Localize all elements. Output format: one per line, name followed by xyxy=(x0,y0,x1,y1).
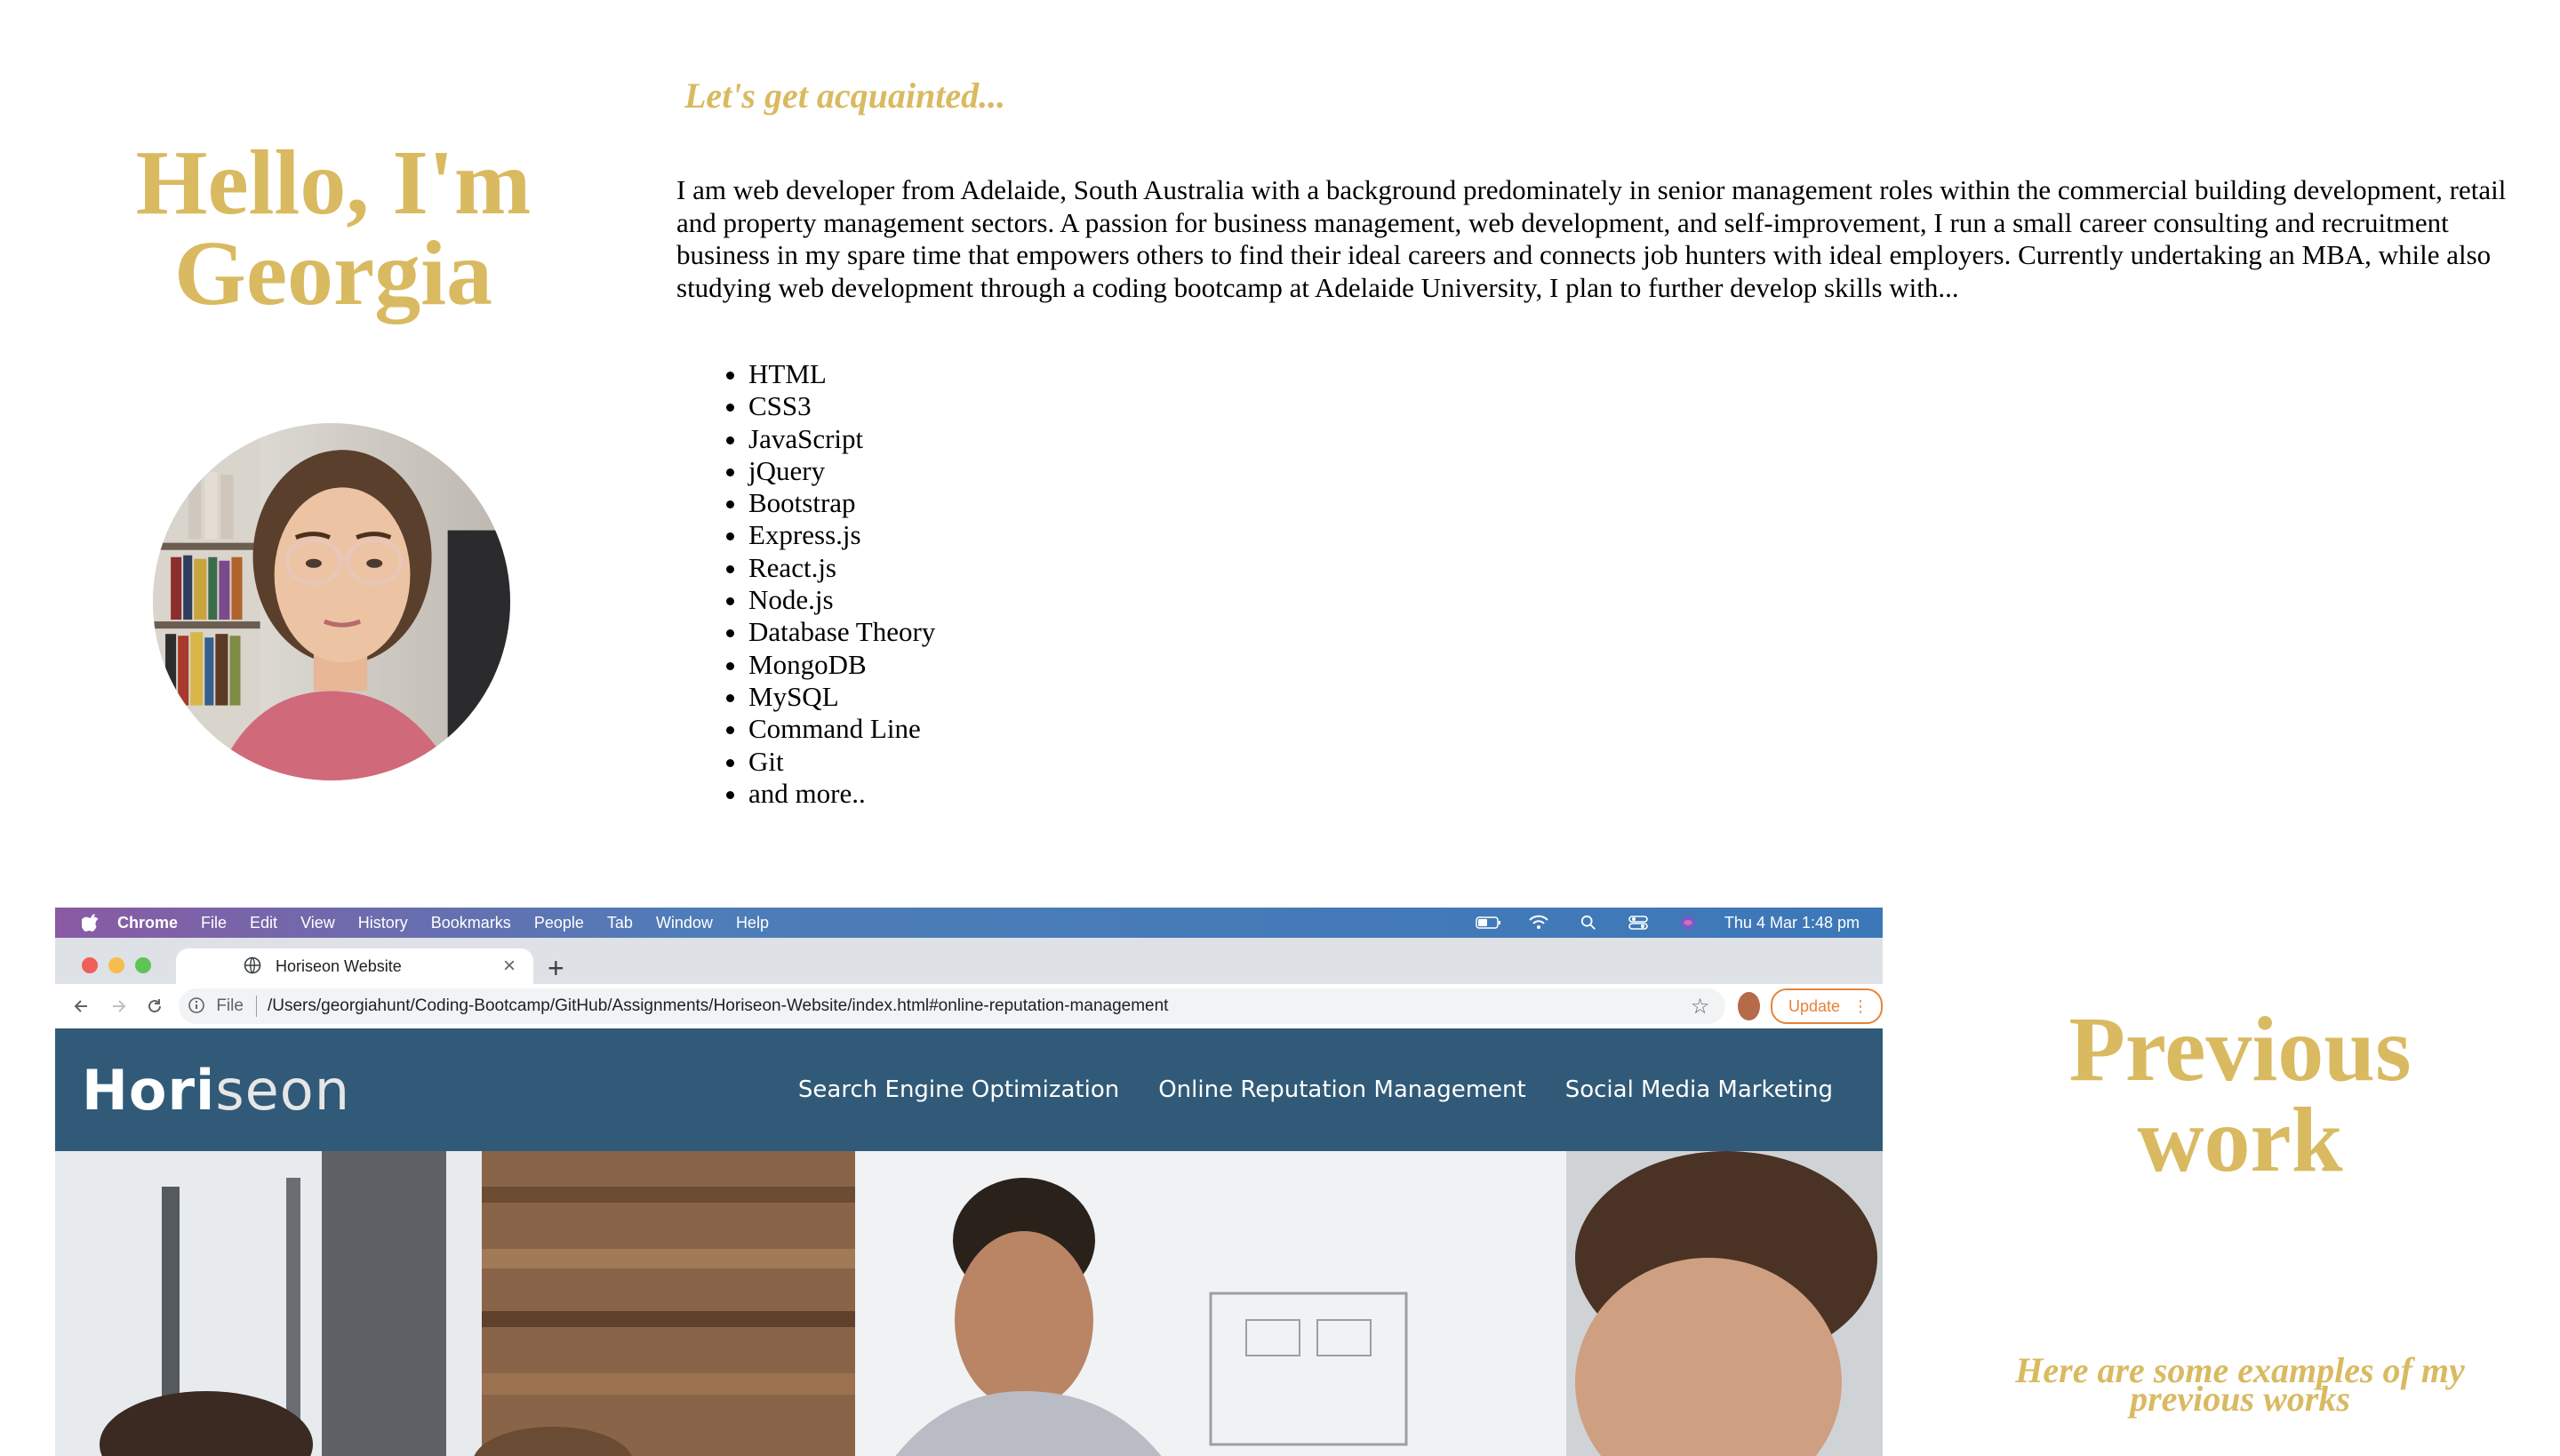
skill-item: Bootstrap xyxy=(748,487,935,519)
previous-work-heading: Previous work xyxy=(2009,1004,2471,1187)
mac-menubar: Chrome File Edit View History Bookmarks … xyxy=(55,908,1883,938)
skill-item: Database Theory xyxy=(748,616,935,648)
intro-paragraph: I am web developer from Adelaide, South … xyxy=(676,174,2507,303)
menu-people: People xyxy=(533,913,584,932)
new-tab-icon[interactable]: + xyxy=(548,952,564,985)
skill-item: jQuery xyxy=(748,455,935,487)
menubar-status-area: Thu 4 Mar 1:48 pm xyxy=(1476,914,1883,932)
address-bar[interactable]: File /Users/georgiahunt/Coding-Bootcamp/… xyxy=(179,988,1726,1024)
browser-tab[interactable]: Horiseon Website × xyxy=(176,948,533,984)
window-controls xyxy=(82,957,151,973)
logo-part-light: seon xyxy=(215,1057,350,1123)
menu-tab: Tab xyxy=(606,913,633,932)
horiseon-logo[interactable]: Horiseon xyxy=(82,1058,350,1123)
menu-window: Window xyxy=(655,913,713,932)
minimize-window-button[interactable] xyxy=(108,957,124,973)
menu-app-chrome: Chrome xyxy=(117,913,179,932)
spotlight-search-icon xyxy=(1575,914,1602,932)
menubar-clock: Thu 4 Mar 1:48 pm xyxy=(1724,913,1860,932)
browser-toolbar: File /Users/georgiahunt/Coding-Bootcamp/… xyxy=(55,984,1883,1028)
nav-link-social-media[interactable]: Social Media Marketing xyxy=(1565,1076,1833,1103)
previous-work-line-1: Previous xyxy=(2068,998,2412,1100)
horiseon-header: Horiseon Search Engine Optimization Onli… xyxy=(55,1028,1883,1151)
update-button[interactable]: Update ⋮ xyxy=(1770,988,1883,1024)
skill-item: CSS3 xyxy=(748,390,935,422)
wifi-icon xyxy=(1525,914,1552,932)
menu-bookmarks: Bookmarks xyxy=(430,913,511,932)
skill-item: MySQL xyxy=(748,681,935,713)
info-icon[interactable] xyxy=(188,996,207,1016)
maximize-window-button[interactable] xyxy=(135,957,151,973)
tab-title: Horiseon Website xyxy=(276,956,402,975)
skill-item: JavaScript xyxy=(748,423,935,455)
bookmark-star-icon[interactable]: ☆ xyxy=(1691,994,1710,1020)
browser-tabstrip: Horiseon Website × + xyxy=(55,938,1883,984)
menu-file: File xyxy=(201,913,228,932)
greeting-line-1: Hello, I'm xyxy=(135,132,532,234)
siri-icon xyxy=(1675,914,1701,932)
menu-edit: Edit xyxy=(250,913,278,932)
back-arrow-icon[interactable] xyxy=(71,997,92,1015)
skill-item: HTML xyxy=(748,358,935,390)
previous-work-subtitle-line-2: previous works xyxy=(2130,1379,2350,1419)
reload-icon[interactable] xyxy=(144,997,164,1015)
menu-history: History xyxy=(357,913,408,932)
close-tab-icon[interactable]: × xyxy=(503,954,516,979)
more-vertical-icon: ⋮ xyxy=(1852,996,1869,1015)
skill-item: Node.js xyxy=(748,584,935,616)
menu-view: View xyxy=(300,913,335,932)
close-window-button[interactable] xyxy=(82,957,98,973)
logo-part-bold: Hori xyxy=(82,1057,216,1123)
portfolio-page: Hello, I'm Georgia Let's get acquainted.… xyxy=(0,0,2560,1456)
horiseon-nav: Search Engine Optimization Online Reputa… xyxy=(798,1076,1833,1103)
skill-item: React.js xyxy=(748,552,935,584)
skill-item: Express.js xyxy=(748,519,935,551)
forward-arrow-icon[interactable] xyxy=(108,997,128,1015)
skill-item: MongoDB xyxy=(748,649,935,681)
update-label: Update xyxy=(1788,996,1841,1015)
project-screenshot[interactable]: Chrome File Edit View History Bookmarks … xyxy=(55,908,1883,1456)
skills-list: HTML CSS3 JavaScript jQuery Bootstrap Ex… xyxy=(676,358,935,810)
greeting-heading: Hello, I'm Georgia xyxy=(89,137,578,320)
url-scheme-label: File xyxy=(216,996,244,1015)
nav-link-reputation[interactable]: Online Reputation Management xyxy=(1158,1076,1525,1103)
battery-icon xyxy=(1476,914,1502,932)
menu-help: Help xyxy=(735,913,769,932)
profile-avatar[interactable] xyxy=(1738,992,1760,1020)
url-separator xyxy=(255,996,257,1017)
nav-link-seo[interactable]: Search Engine Optimization xyxy=(798,1076,1119,1103)
previous-work-line-2: work xyxy=(2137,1089,2343,1191)
skill-item: Git xyxy=(748,746,935,778)
url-text: /Users/georgiahunt/Coding-Bootcamp/GitHu… xyxy=(267,996,1169,1015)
profile-photo xyxy=(153,423,510,780)
greeting-line-2: Georgia xyxy=(173,222,493,324)
previous-work-subtitle: Here are some examples of my previous wo… xyxy=(1982,1353,2498,1417)
control-center-icon xyxy=(1625,914,1652,932)
acquainted-heading: Let's get acquainted... xyxy=(684,76,1006,116)
skill-item: and more.. xyxy=(748,778,935,810)
skill-item: Command Line xyxy=(748,713,935,745)
apple-icon xyxy=(82,913,101,932)
profile-photo-image xyxy=(153,423,510,780)
horiseon-hero-image xyxy=(55,1151,1883,1456)
globe-icon xyxy=(244,956,263,976)
